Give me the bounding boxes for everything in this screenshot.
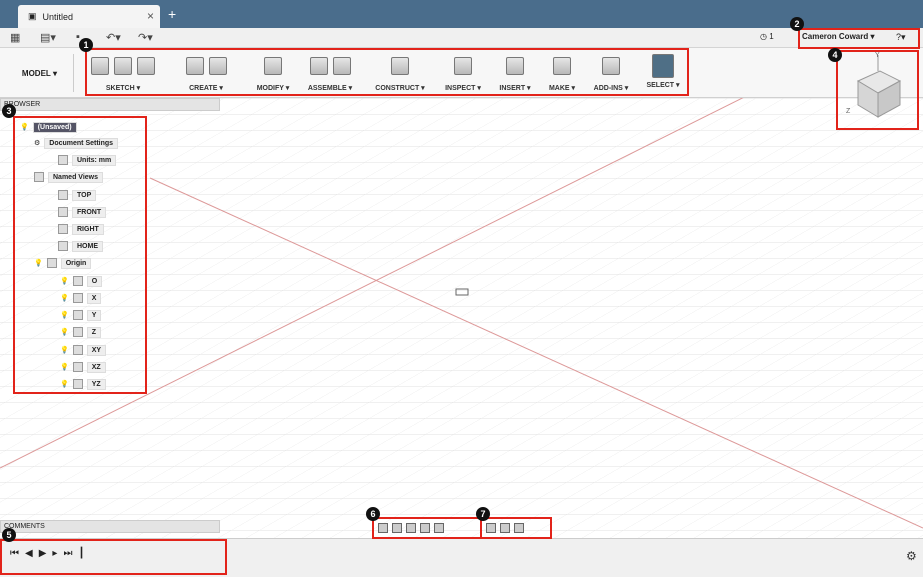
- callout-badge: 4: [828, 48, 842, 62]
- document-icon: ▣: [28, 11, 37, 21]
- new-tab-icon[interactable]: +: [168, 6, 176, 22]
- close-tab-icon[interactable]: ×: [147, 9, 154, 23]
- callout-badge: 7: [476, 507, 490, 521]
- workspace-switcher[interactable]: MODEL ▾: [6, 54, 74, 92]
- apps-grid-icon[interactable]: ▦: [10, 31, 20, 44]
- callout-box-toolbar: [85, 48, 689, 96]
- callout-badge: 3: [2, 104, 16, 118]
- callout-badge: 5: [2, 528, 16, 542]
- callout-box-browser: [13, 116, 147, 394]
- callout-badge: 1: [79, 38, 93, 52]
- file-menu-icon[interactable]: ▤▾: [40, 31, 56, 44]
- document-tab[interactable]: ▣ Untitled ×: [18, 5, 160, 28]
- browser-header[interactable]: BROWSER: [0, 98, 220, 111]
- comments-header[interactable]: COMMENTS: [0, 520, 220, 533]
- timeline-settings-icon[interactable]: ⚙: [906, 549, 917, 563]
- callout-badge: 6: [366, 507, 380, 521]
- job-status[interactable]: ◷ 1: [760, 32, 774, 41]
- callout-box-navigation: [372, 517, 482, 539]
- undo-icon[interactable]: ↶▾: [106, 31, 121, 44]
- callout-box-display: [480, 517, 552, 539]
- callout-badge: 2: [790, 17, 804, 31]
- callout-box-timeline: [0, 539, 227, 575]
- job-count: 1: [769, 32, 774, 41]
- callout-box-viewcube: [836, 50, 919, 130]
- quick-access-bar: ▦ ▤▾ ▪ ↶▾ ↷▾: [0, 28, 923, 48]
- document-tab-title: Untitled: [42, 11, 74, 22]
- workspace-label: MODEL: [21, 68, 51, 78]
- redo-icon[interactable]: ↷▾: [138, 31, 153, 44]
- callout-box-user: [798, 28, 920, 49]
